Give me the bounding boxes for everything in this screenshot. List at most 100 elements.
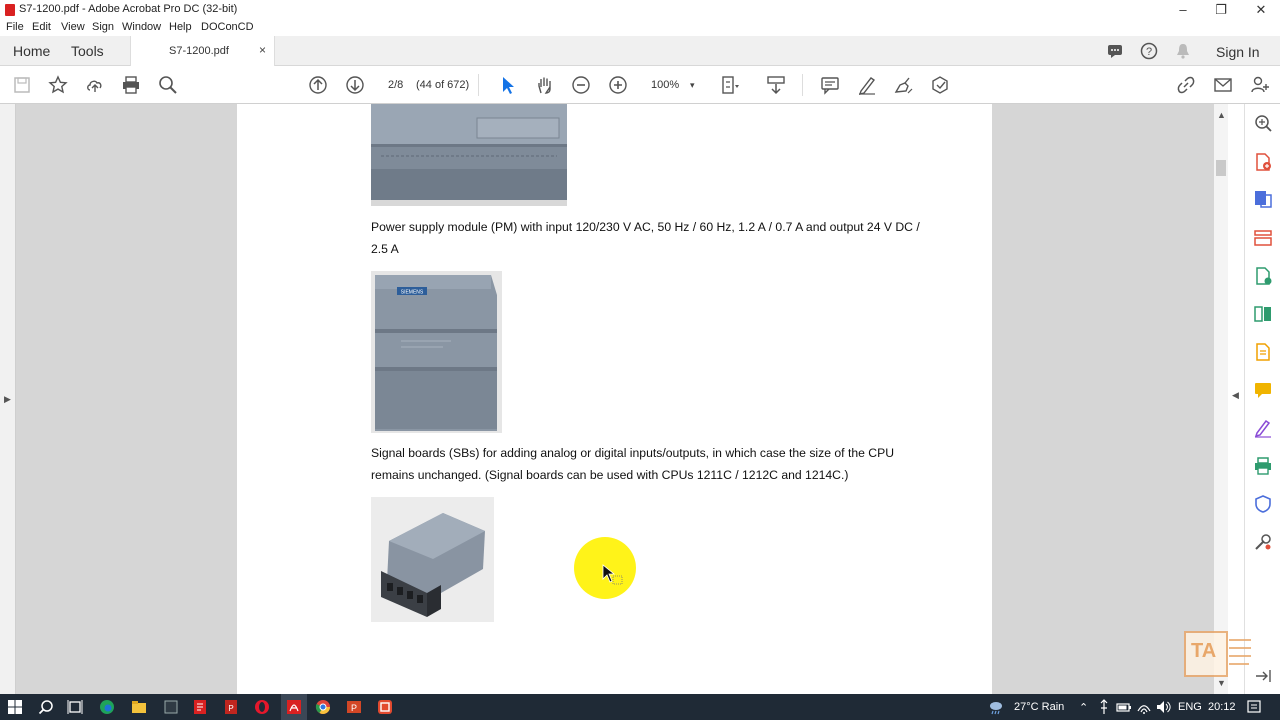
notification-bell-icon[interactable]	[1174, 42, 1192, 60]
help-icon[interactable]: ?	[1140, 42, 1158, 60]
title-bar: S7-1200.pdf - Adobe Acrobat Pro DC (32-b…	[0, 0, 1280, 20]
channel-watermark-logo: TA	[1183, 628, 1253, 682]
share-tag-icon[interactable]	[930, 75, 950, 95]
pdf-page: Power supply module (PM) with input 120/…	[237, 104, 992, 694]
acrobat-taskbar-icon[interactable]	[286, 699, 302, 715]
export-pdf-icon[interactable]	[1253, 189, 1273, 209]
comment-bubble-icon[interactable]	[1106, 42, 1124, 60]
menu-sign[interactable]: Sign	[92, 21, 114, 33]
tab-document-label: S7-1200.pdf	[169, 45, 229, 57]
bookmark-star-icon[interactable]	[48, 75, 68, 95]
recorder-app-icon[interactable]	[377, 699, 393, 715]
tab-document[interactable]: S7-1200.pdf ×	[130, 36, 275, 66]
weather-rain-icon[interactable]	[988, 699, 1004, 715]
weather-text[interactable]: 27°C Rain	[1014, 701, 1064, 713]
print-icon[interactable]	[121, 75, 141, 95]
close-window-button[interactable]: ✕	[1241, 1, 1280, 19]
clock-time[interactable]: 20:12	[1208, 701, 1236, 713]
page-fit-icon[interactable]	[720, 75, 740, 95]
select-cursor-icon[interactable]	[498, 75, 518, 95]
next-page-icon[interactable]	[345, 75, 365, 95]
combine-files-icon[interactable]	[1253, 342, 1273, 362]
menu-edit[interactable]: Edit	[32, 21, 51, 33]
scroll-mode-icon[interactable]	[766, 75, 786, 95]
zoom-out-icon[interactable]	[571, 75, 591, 95]
vertical-scrollbar[interactable]: ▲ ▼	[1214, 104, 1228, 694]
print-production-icon[interactable]	[1253, 456, 1273, 476]
menu-doconcd[interactable]: DOConCD	[201, 21, 254, 33]
collapse-right-panel-icon[interactable]: ◀	[1232, 390, 1239, 401]
enhance-scan-icon[interactable]	[1253, 113, 1273, 133]
show-hidden-icons-icon[interactable]: ⌃	[1079, 701, 1088, 714]
file-explorer-icon[interactable]	[131, 699, 147, 715]
menu-help[interactable]: Help	[169, 21, 192, 33]
tia-portal-icon[interactable]	[163, 699, 179, 715]
comment-tool-icon[interactable]	[1253, 380, 1273, 400]
volume-icon[interactable]	[1155, 699, 1171, 715]
menu-view[interactable]: View	[61, 21, 85, 33]
sign-in-button[interactable]: Sign In	[1216, 44, 1260, 60]
wifi-icon[interactable]	[1136, 699, 1152, 715]
zoom-in-icon[interactable]	[608, 75, 628, 95]
protect-shield-icon[interactable]	[1253, 494, 1273, 514]
organize-pages-icon[interactable]	[1253, 228, 1273, 248]
page-number-input[interactable]: 2/8	[388, 79, 403, 91]
chrome-browser-icon[interactable]	[315, 699, 331, 715]
toolbar-divider	[478, 74, 479, 96]
menu-bar: File Edit View Sign Window Help DOConCD	[0, 20, 1280, 36]
zoom-level-select[interactable]: 100%	[651, 79, 679, 91]
draw-sign-icon[interactable]	[893, 75, 913, 95]
menu-file[interactable]: File	[6, 21, 24, 33]
hand-tool-icon[interactable]	[535, 75, 555, 95]
pdf-app-icon[interactable]	[192, 699, 208, 715]
page-count: (44 of 672)	[416, 79, 470, 91]
siemens-logo: SIEMENS	[401, 290, 424, 296]
cloud-upload-icon[interactable]	[85, 75, 105, 95]
email-icon[interactable]	[1213, 75, 1233, 95]
add-comment-icon[interactable]	[820, 75, 840, 95]
usb-device-icon[interactable]	[1096, 699, 1112, 715]
tab-bar: Home Tools S7-1200.pdf × ? Sign In	[0, 36, 1280, 66]
taskbar-search-icon[interactable]	[38, 699, 54, 715]
highlight-pen-icon[interactable]	[857, 75, 877, 95]
scrollbar-thumb[interactable]	[1216, 160, 1226, 176]
signal-board-image	[371, 497, 494, 622]
edge-browser-icon[interactable]	[99, 699, 115, 715]
link-share-icon[interactable]	[1176, 75, 1196, 95]
paragraph-power-supply: Power supply module (PM) with input 120/…	[371, 220, 920, 256]
cpu-module-image	[371, 104, 567, 206]
battery-icon[interactable]	[1116, 699, 1132, 715]
scroll-up-icon[interactable]: ▲	[1217, 110, 1226, 120]
svg-text:?: ?	[1146, 46, 1152, 58]
language-indicator[interactable]: ENG	[1178, 701, 1202, 713]
mouse-cursor-icon	[602, 564, 623, 585]
opera-browser-icon[interactable]	[254, 699, 270, 715]
menu-window[interactable]: Window	[122, 21, 161, 33]
powerpoint-icon[interactable]: P	[346, 699, 362, 715]
collapse-tools-panel-icon[interactable]	[1253, 666, 1273, 686]
pdf-reader-icon[interactable]: P	[223, 699, 239, 715]
fill-sign-icon[interactable]	[1253, 418, 1273, 438]
compare-files-icon[interactable]	[1253, 304, 1273, 324]
tab-home[interactable]: Home	[13, 43, 50, 59]
minimize-button[interactable]: –	[1163, 1, 1203, 19]
notifications-center-icon[interactable]	[1246, 699, 1262, 715]
add-user-icon[interactable]	[1250, 75, 1270, 95]
main-toolbar: 2/8 (44 of 672) 100% ▾	[0, 66, 1280, 104]
search-icon[interactable]	[158, 75, 178, 95]
create-pdf-icon[interactable]	[1253, 152, 1273, 172]
more-tools-icon[interactable]	[1253, 532, 1273, 552]
svg-text:P: P	[351, 703, 357, 713]
tab-tools[interactable]: Tools	[71, 43, 104, 59]
zoom-dropdown-caret[interactable]: ▾	[690, 80, 695, 91]
expand-left-panel-icon[interactable]: ▶	[4, 394, 11, 405]
previous-page-icon[interactable]	[308, 75, 328, 95]
close-tab-icon[interactable]: ×	[259, 43, 266, 57]
power-supply-module-image: SIEMENS	[371, 271, 502, 433]
edit-pdf-icon[interactable]	[1253, 266, 1273, 286]
save-icon[interactable]	[12, 75, 32, 95]
maximize-button[interactable]: ❐	[1201, 1, 1241, 19]
windows-start-icon[interactable]	[7, 699, 23, 715]
task-view-icon[interactable]	[67, 699, 83, 715]
paragraph-signal-boards: Signal boards (SBs) for adding analog or…	[371, 446, 895, 482]
